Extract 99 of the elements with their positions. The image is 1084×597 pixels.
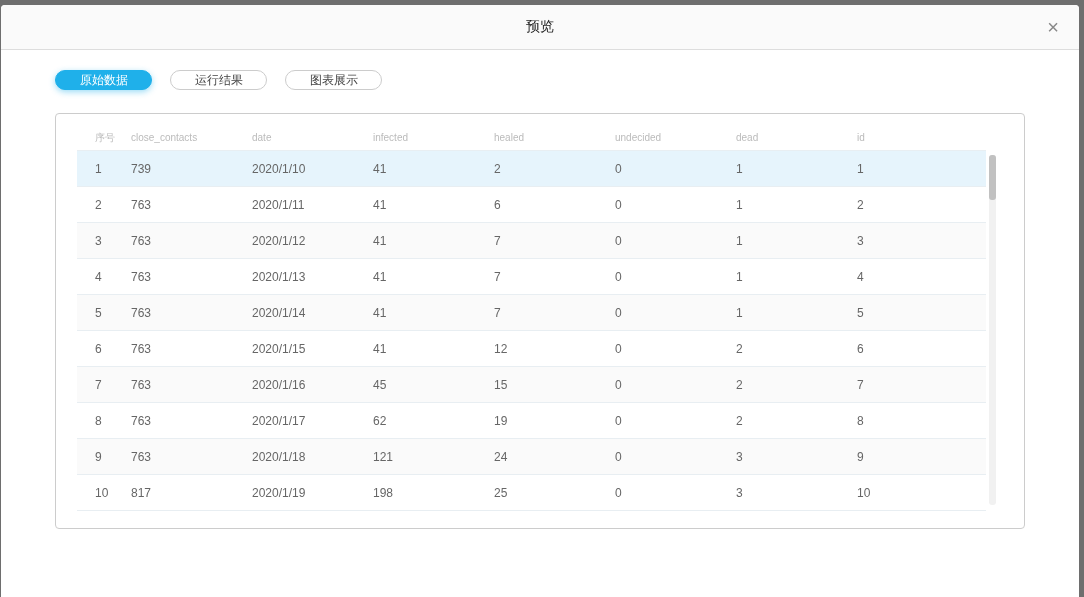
table-cell-text: 2 [494,161,502,176]
table-cell-text: 2 [736,341,744,356]
table-cell-text: 2 [736,377,744,392]
table-cell-text: 7 [857,377,865,392]
table-cell-text: 10 [94,485,110,500]
table-row[interactable]: 5 763 2020/1/14 41 7 0 1 5 [77,295,986,331]
table-cell-text: 2020/1/12 [252,233,307,248]
table-cell-text: 2020/1/15 [252,341,307,356]
table-cell-text: 7 [94,377,103,392]
table-cell-text: 1 [857,161,865,176]
table-cell-text: 0 [615,161,623,176]
table-cell-text: 5 [857,305,865,320]
table-cell-text: 41 [373,233,388,248]
table-cell-text: 817 [131,485,153,500]
table-cell-text: 62 [373,413,388,428]
column-header: dead [736,132,760,143]
table-cell-text: 2 [94,197,103,212]
table-cell-text: 763 [131,305,153,320]
scrollbar-thumb[interactable] [989,155,996,200]
table-cell-text: 1 [736,233,744,248]
table-cell-text: 1 [736,197,744,212]
table-cell-text: 41 [373,197,388,212]
close-button[interactable]: × [1047,17,1059,37]
table-cell-text: 7 [494,269,502,284]
table-cell-text: 2020/1/16 [252,377,307,392]
table-cell-text: 3 [94,233,103,248]
table-cell-text: 5 [94,305,103,320]
table-cell-text: 10 [857,485,872,500]
table-cell-text: 41 [373,161,388,176]
table-cell-text: 25 [494,485,509,500]
table-cell-text: 6 [94,341,103,356]
table-row[interactable]: 7 763 2020/1/16 45 15 0 2 7 [77,367,986,403]
table-row[interactable]: 3 763 2020/1/12 41 7 0 1 3 [77,223,986,259]
table-cell-text: 0 [615,233,623,248]
column-header: date [252,132,273,143]
table-cell-text: 763 [131,413,153,428]
table-cell-text: 12 [494,341,509,356]
table-row[interactable]: 1 739 2020/1/10 41 2 0 1 1 [77,151,986,187]
table-cell-text: 1 [94,161,103,176]
table-cell-text: 0 [615,413,623,428]
table-cell-text: 41 [373,305,388,320]
table-cell-text: 2 [857,197,865,212]
table-cell-text: 4 [94,269,103,284]
table-cell-text: 0 [615,377,623,392]
table-cell-text: 763 [131,233,153,248]
table-cell-text: 8 [94,413,103,428]
table-cell-text: 0 [615,341,623,356]
table-cell-text: 6 [857,341,865,356]
table-cell-text: 0 [615,197,623,212]
table-cell-text: 41 [373,269,388,284]
table-cell-text: 1 [736,269,744,284]
table-cell-text: 763 [131,377,153,392]
table-cell-text: 6 [494,197,502,212]
table-cell-text: 41 [373,341,388,356]
column-header: id [857,132,866,143]
table-cell-text: 1 [736,161,744,176]
table-cell-text: 15 [494,377,509,392]
table-cell-text: 2020/1/14 [252,305,307,320]
table-cell-text: 4 [857,269,865,284]
table-cell-text: 24 [494,449,509,464]
tab[interactable]: 图表展示 [285,70,382,90]
table-cell-text: 763 [131,449,153,464]
table-cell-text: 763 [131,341,153,356]
table-cell-text: 8 [857,413,865,428]
table-cell-text: 2020/1/19 [252,485,307,500]
column-header: undecided [615,132,663,143]
column-header: 序号 [94,130,116,145]
table-cell-text: 1 [736,305,744,320]
table-row[interactable]: 9 763 2020/1/18 121 24 0 3 9 [77,439,986,475]
table-cell-text: 3 [736,485,744,500]
table-cell-text: 7 [494,305,502,320]
table-cell-text: 198 [373,485,395,500]
table-cell-text: 0 [615,485,623,500]
table-cell-text: 2020/1/11 [252,197,306,212]
table-cell-text: 763 [131,197,153,212]
table-cell-text: 19 [494,413,509,428]
table-cell-text: 3 [736,449,744,464]
table-cell-text: 45 [373,377,388,392]
table-cell-text: 2020/1/18 [252,449,307,464]
table-cell-text: 763 [131,269,153,284]
dialog-title: 预览 [526,18,554,36]
table-cell-text: 2020/1/17 [252,413,307,428]
table-cell-text: 739 [131,161,153,176]
table-cell-text: 0 [615,305,623,320]
table-cell-text: 7 [494,233,502,248]
table-cell-text: 2020/1/10 [252,161,307,176]
table-row[interactable]: 10 817 2020/1/19 198 25 0 3 10 [77,475,986,511]
column-header: close_contacts [131,132,199,143]
table-cell-text: 2 [736,413,744,428]
table-cell-text: 9 [857,449,865,464]
table-cell-text: 0 [615,449,623,464]
tab[interactable]: 运行结果 [170,70,267,90]
column-header: healed [494,132,526,143]
table-cell-text: 2020/1/13 [252,269,307,284]
table-cell-text: 0 [615,269,623,284]
table-cell-text: 3 [857,233,865,248]
column-header: infected [373,132,410,143]
table-cell-text: 9 [94,449,103,464]
table-cell-text: 121 [373,449,395,464]
